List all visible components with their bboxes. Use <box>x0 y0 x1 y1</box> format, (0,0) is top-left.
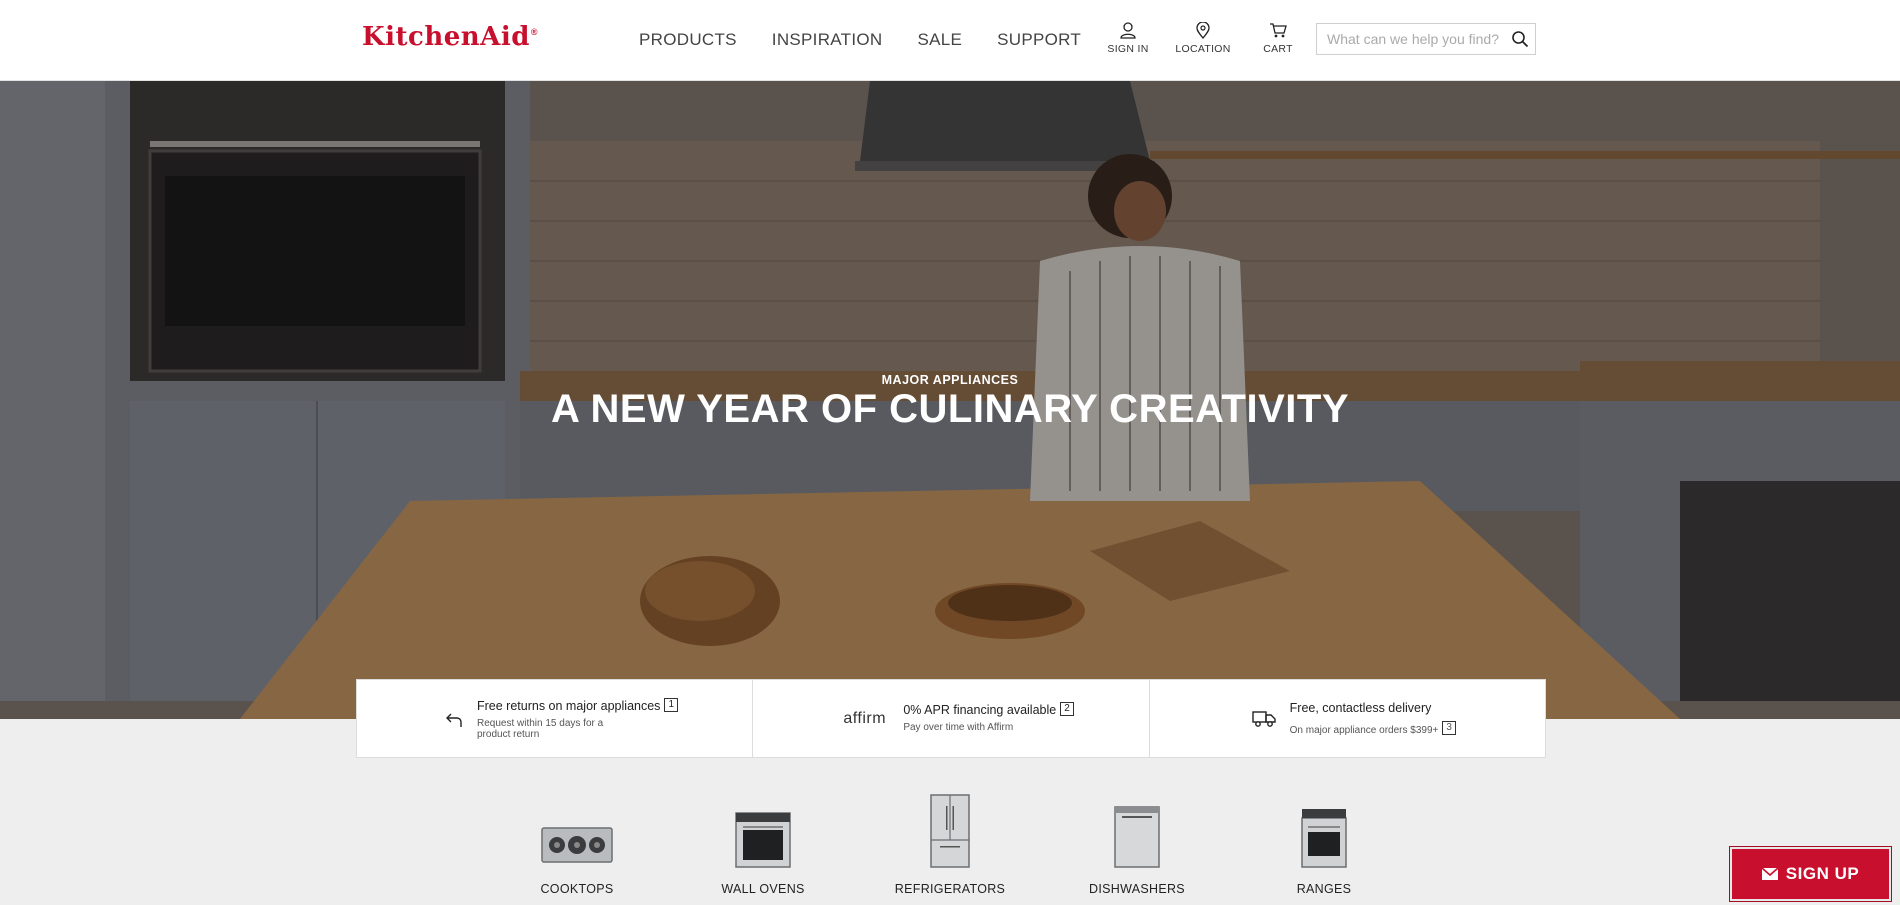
category-wall-ovens[interactable]: WALL OVENS <box>688 788 838 896</box>
benefits-bar: Free returns on major appliances 1 Reques… <box>356 679 1546 758</box>
delivery-truck-icon <box>1251 711 1276 727</box>
location-label: LOCATION <box>1175 43 1231 55</box>
search-icon[interactable] <box>1511 30 1529 48</box>
category-ranges[interactable]: RANGES <box>1249 788 1399 896</box>
affirm-logo: affirm <box>843 710 887 727</box>
site-header: KitchenAid® PRODUCTS INSPIRATION SALE SU… <box>0 0 1900 81</box>
user-icon <box>1120 22 1136 39</box>
category-label: WALL OVENS <box>721 882 805 896</box>
return-arrow-icon <box>446 713 462 727</box>
location-pin-icon <box>1196 22 1210 39</box>
range-image <box>1301 809 1347 868</box>
search-input[interactable] <box>1317 24 1507 54</box>
cart-label: CART <box>1263 43 1293 55</box>
benefit-subtitle: Request within 15 days for a <box>477 718 604 729</box>
category-dishwashers[interactable]: DISHWASHERS <box>1062 788 1212 896</box>
category-refrigerators[interactable]: REFRIGERATORS <box>875 788 1025 896</box>
category-label: COOKTOPS <box>540 882 614 896</box>
wall-oven-image <box>735 812 791 868</box>
dishwasher-image <box>1114 806 1160 868</box>
benefit-financing[interactable]: affirm 0% APR financing available 2 Pay o… <box>753 680 1150 757</box>
sign-in-label: SIGN IN <box>1107 43 1149 55</box>
nav-products[interactable]: PRODUCTS <box>639 30 737 50</box>
benefit-subtitle: On major appliance orders $399+ <box>1289 725 1439 736</box>
sign-up-label: SIGN UP <box>1785 864 1860 883</box>
benefit-subtitle: Pay over time with Affirm <box>903 722 1014 733</box>
footnote-badge[interactable]: 3 <box>1442 721 1456 735</box>
hero-headline: A NEW YEAR OF CULINARY CREATIVITY <box>550 387 1350 431</box>
kitchenaid-logo[interactable]: KitchenAid® <box>362 22 538 52</box>
nav-inspiration[interactable]: INSPIRATION <box>772 30 883 50</box>
category-cooktops[interactable]: COOKTOPS <box>502 788 652 896</box>
benefit-title: 0% APR financing available <box>903 703 1057 717</box>
hero-banner[interactable]: MAJOR APPLIANCES A NEW YEAR OF CULINARY … <box>0 81 1900 719</box>
nav-sale[interactable]: SALE <box>917 30 962 50</box>
nav-support[interactable]: SUPPORT <box>997 30 1081 50</box>
footnote-badge[interactable]: 1 <box>664 698 678 712</box>
location-link[interactable]: LOCATION <box>1173 22 1233 55</box>
category-label: REFRIGERATORS <box>894 882 1006 896</box>
sign-up-button[interactable]: SIGN UP <box>1729 846 1892 902</box>
sign-in-link[interactable]: SIGN IN <box>1098 22 1158 55</box>
benefit-delivery[interactable]: Free, contactless delivery On major appl… <box>1150 680 1545 757</box>
main-nav: PRODUCTS INSPIRATION SALE SUPPORT <box>639 30 1081 50</box>
benefit-subtitle: product return <box>477 729 540 740</box>
benefit-title: Free, contactless delivery <box>1289 701 1432 715</box>
footnote-badge[interactable]: 2 <box>1060 702 1074 716</box>
hero-eyebrow: MAJOR APPLIANCES <box>881 373 1019 387</box>
category-label: RANGES <box>1296 882 1352 896</box>
category-label: DISHWASHERS <box>1089 882 1185 896</box>
search-box <box>1316 23 1536 55</box>
benefit-free-returns[interactable]: Free returns on major appliances 1 Reques… <box>357 680 754 757</box>
mail-icon <box>1761 868 1778 880</box>
cart-link[interactable]: CART <box>1248 22 1308 55</box>
benefit-title: Free returns on major appliances <box>477 699 661 713</box>
refrigerator-image <box>930 794 970 868</box>
cart-icon <box>1270 23 1287 38</box>
cooktop-image <box>541 827 613 863</box>
